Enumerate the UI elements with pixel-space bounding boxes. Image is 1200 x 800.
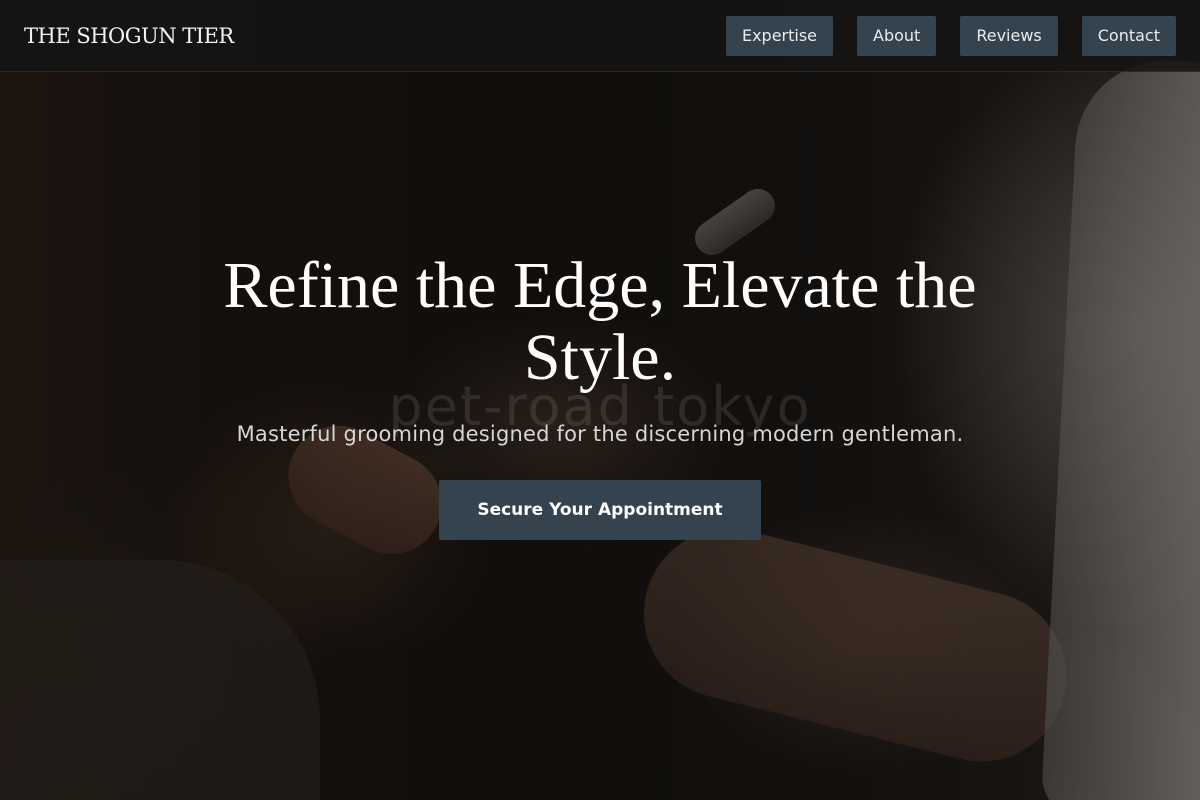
hero-section: Refine the Edge, Elevate the Style. Mast… [0, 250, 1200, 540]
nav-link-expertise[interactable]: Expertise [725, 15, 834, 56]
main-nav: Expertise About Reviews Contact [725, 15, 1176, 56]
brand-logo[interactable]: THE SHOGUN TIER [24, 24, 234, 48]
nav-link-about[interactable]: About [857, 15, 937, 56]
nav-link-contact[interactable]: Contact [1081, 15, 1176, 56]
hero-title: Refine the Edge, Elevate the Style. [223, 249, 977, 394]
nav-link-reviews[interactable]: Reviews [960, 15, 1058, 56]
site-header: THE SHOGUN TIER Expertise About Reviews … [0, 0, 1200, 72]
hero-subtitle: Masterful grooming designed for the disc… [236, 422, 964, 446]
book-appointment-button[interactable]: Secure Your Appointment [439, 480, 761, 540]
